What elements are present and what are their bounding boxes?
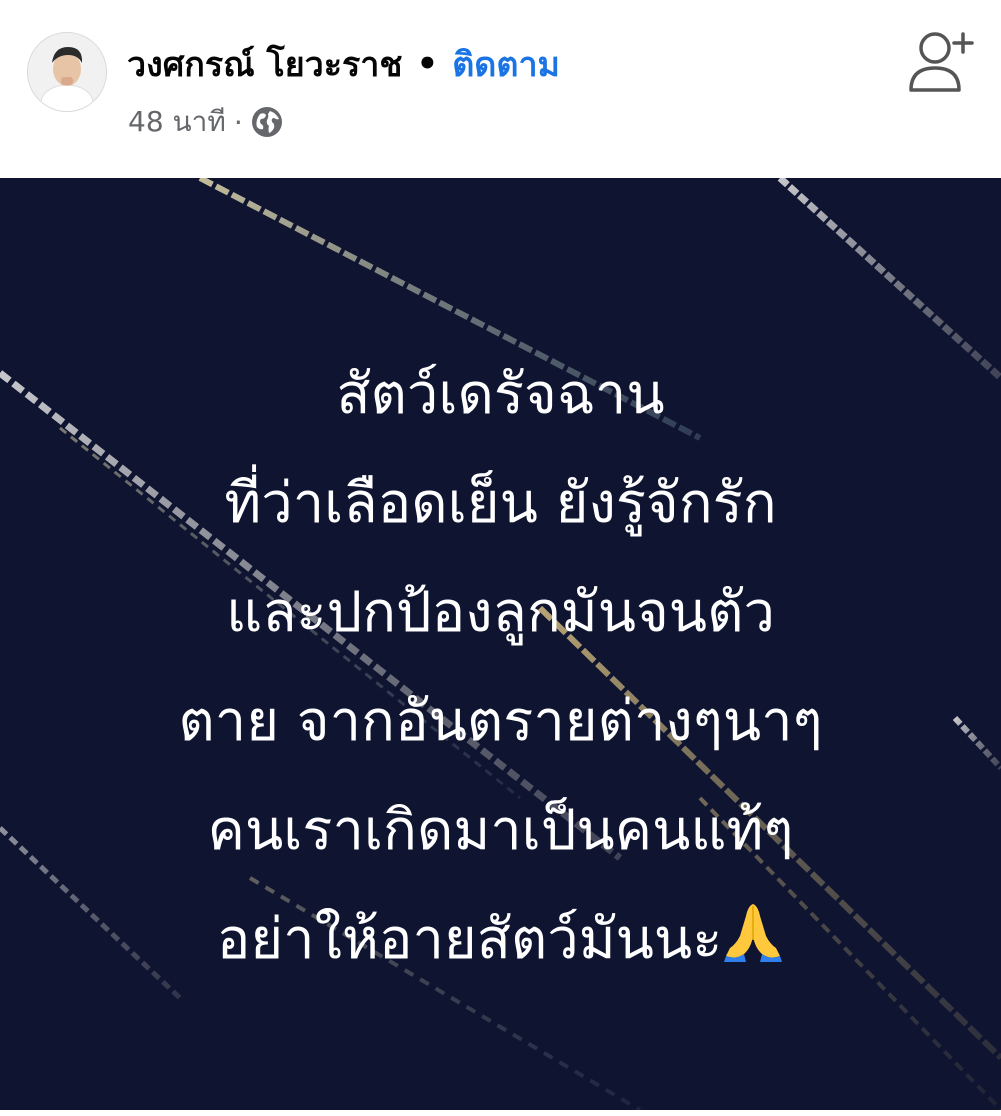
image-text-last-line: อย่าให้อายสัตว์มันนะ	[0, 885, 1001, 994]
author-row: วงศกรณ์ โยวะราช • ติดตาม	[127, 38, 560, 90]
post-image[interactable]: สัตว์เดรัจฉาน ที่ว่าเลือดเย็น ยังรู้จักร…	[0, 178, 1001, 1110]
post-timestamp[interactable]: 48 นาที	[128, 100, 226, 144]
author-avatar[interactable]	[27, 32, 107, 112]
name-separator: •	[416, 44, 439, 84]
image-text-line: อย่าให้อายสัตว์มันนะ	[216, 907, 723, 972]
post-header: วงศกรณ์ โยวะราช • ติดตาม 48 นาที ·	[0, 0, 1001, 178]
add-friend-icon[interactable]	[905, 26, 977, 96]
image-text-line: คนเราเกิดมาเป็นคนแท้ๆ	[207, 798, 794, 863]
bottom-divider	[0, 1110, 1001, 1116]
image-text-line: และปกป้องลูกมันจนตัว	[226, 580, 775, 645]
post-meta: 48 นาที ·	[128, 102, 283, 142]
post-image-text: สัตว์เดรัจฉาน ที่ว่าเลือดเย็น ยังรู้จักร…	[0, 340, 1001, 994]
follow-button[interactable]: ติดตาม	[452, 37, 560, 91]
folded-hands-icon	[724, 904, 783, 962]
avatar-photo	[28, 33, 106, 111]
image-text-line: ตาย จากอันตรายต่างๆนาๆ	[178, 689, 823, 754]
meta-separator: ·	[233, 105, 243, 139]
image-text-line: ที่ว่าเลือดเย็น ยังรู้จักรัก	[224, 471, 777, 536]
author-name[interactable]: วงศกรณ์ โยวะราช	[127, 37, 402, 91]
globe-icon[interactable]	[251, 106, 283, 138]
image-text-line: สัตว์เดรัจฉาน	[336, 362, 665, 427]
